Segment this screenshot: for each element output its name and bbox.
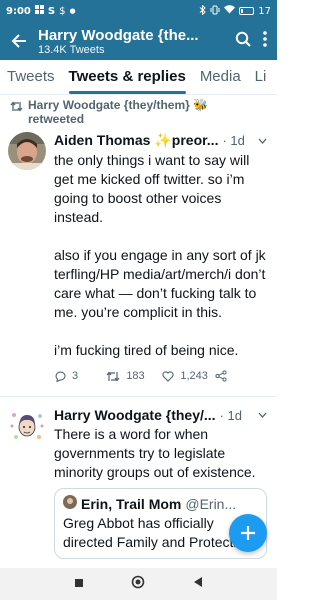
profile-tabs: Tweets Tweets & replies Media Li bbox=[0, 60, 277, 95]
profile-app-bar: Harry Woodgate {the... 13.4K Tweets bbox=[0, 22, 277, 60]
quoted-author-name: Erin, Trail Mom bbox=[81, 496, 182, 512]
tweet-actions: 3 183 1,243 bbox=[54, 370, 267, 382]
reply-count: 3 bbox=[72, 370, 79, 382]
search-icon bbox=[235, 31, 251, 47]
tweet-text: the only things i want to say will get m… bbox=[54, 151, 267, 360]
grid-icon bbox=[34, 5, 44, 17]
overflow-menu-button[interactable] bbox=[263, 30, 267, 52]
system-nav-bar bbox=[0, 568, 277, 600]
tweet-card[interactable]: Aiden Thomas ✨preor... · 1d the only thi… bbox=[0, 126, 277, 388]
quoted-avatar bbox=[63, 495, 77, 514]
wifi-icon bbox=[224, 5, 236, 17]
author-name[interactable]: Aiden Thomas ✨preor... bbox=[54, 132, 218, 149]
retweet-count: 183 bbox=[126, 370, 145, 382]
tweet-paragraph: i’m fucking tired of being nice. bbox=[54, 342, 239, 358]
tab-tweets-and-replies[interactable]: Tweets & replies bbox=[62, 68, 193, 94]
tab-likes[interactable]: Li bbox=[248, 68, 274, 94]
dollar-icon: $ bbox=[59, 5, 66, 17]
tweet-time: · 1d bbox=[219, 407, 242, 423]
bluetooth-icon bbox=[199, 3, 206, 18]
status-bar: 9:00 S $ ● 17 bbox=[0, 0, 277, 22]
tweet-menu-button[interactable] bbox=[258, 409, 267, 421]
like-count: 1,243 bbox=[180, 370, 208, 382]
retweet-button[interactable]: 183 bbox=[106, 370, 162, 382]
back-nav-button[interactable] bbox=[193, 575, 203, 593]
tweet-time: · 1d bbox=[222, 133, 245, 148]
more-vertical-icon bbox=[263, 30, 267, 47]
chevron-down-icon bbox=[258, 138, 267, 144]
dot-icon: ● bbox=[69, 7, 76, 15]
retweet-icon bbox=[4, 98, 28, 112]
reply-button[interactable]: 3 bbox=[54, 370, 106, 382]
home-button[interactable] bbox=[131, 575, 145, 594]
profile-title: Harry Woodgate {the... bbox=[38, 26, 199, 44]
tweet-paragraph: also if you engage in any sort of jk ter… bbox=[54, 247, 266, 320]
arrow-left-icon bbox=[11, 34, 26, 48]
avatar[interactable] bbox=[8, 407, 46, 445]
vibrate-icon bbox=[210, 5, 220, 18]
clock: 9:00 bbox=[6, 5, 31, 17]
retweet-label: Harry Woodgate {they/them} 🐝 retweeted bbox=[28, 98, 209, 126]
tweet-text: There is a word for when governments try… bbox=[54, 426, 256, 480]
s-icon: S bbox=[47, 5, 56, 17]
tab-tweets[interactable]: Tweets bbox=[0, 68, 62, 94]
square-icon bbox=[74, 579, 83, 587]
triangle-back-icon bbox=[194, 577, 203, 587]
retweet-context: Harry Woodgate {they/them} 🐝 retweeted bbox=[0, 95, 277, 126]
retweet-icon bbox=[106, 371, 120, 381]
tweet-menu-button[interactable] bbox=[258, 135, 267, 147]
share-button[interactable] bbox=[215, 370, 267, 382]
heart-icon bbox=[162, 370, 174, 382]
share-icon bbox=[215, 370, 227, 382]
avatar[interactable] bbox=[8, 132, 46, 170]
tweet-count: 13.4K Tweets bbox=[38, 43, 105, 56]
search-button[interactable] bbox=[235, 31, 251, 52]
tab-media[interactable]: Media bbox=[193, 68, 248, 94]
reply-icon bbox=[55, 370, 66, 382]
author-name[interactable]: Harry Woodgate {they/... bbox=[54, 407, 216, 423]
tweet-paragraph: the only things i want to say will get m… bbox=[54, 152, 250, 225]
timeline[interactable]: Harry Woodgate {they/them} 🐝 retweeted A… bbox=[0, 95, 277, 565]
like-button[interactable]: 1,243 bbox=[162, 370, 214, 382]
quoted-author-handle: @Erin... bbox=[185, 496, 237, 512]
chevron-down-icon bbox=[258, 412, 267, 418]
battery-icon bbox=[239, 7, 255, 15]
plus-icon bbox=[241, 526, 255, 540]
back-button[interactable] bbox=[0, 33, 38, 49]
recents-button[interactable] bbox=[74, 575, 84, 593]
home-circle-icon bbox=[132, 575, 145, 588]
battery-level: 17 bbox=[258, 5, 271, 17]
compose-tweet-button[interactable] bbox=[229, 514, 267, 552]
